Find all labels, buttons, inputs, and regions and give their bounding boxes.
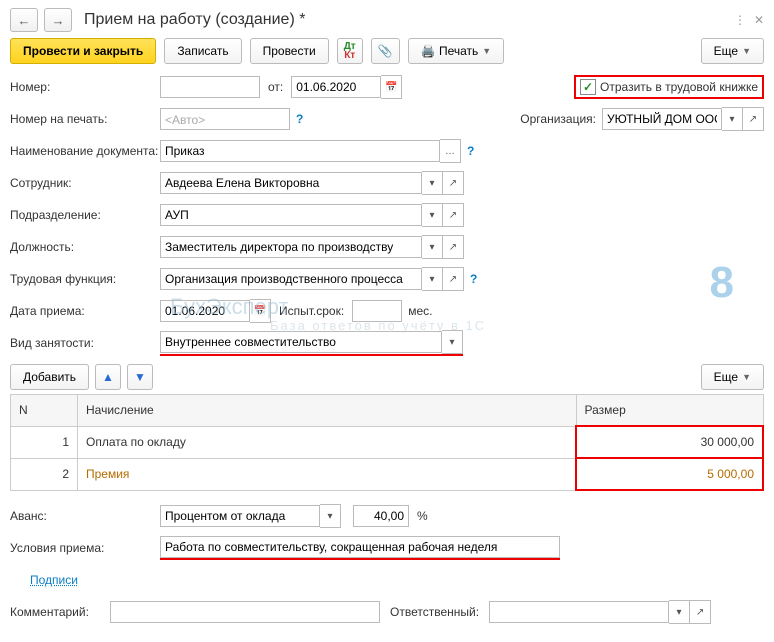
menu-icon[interactable]: ⋮ xyxy=(734,13,746,27)
dropdown-icon[interactable]: ▾ xyxy=(422,235,443,259)
dropdown-icon[interactable]: ▾ xyxy=(422,267,443,291)
org-label: Организация: xyxy=(520,112,596,126)
number-label: Номер: xyxy=(10,80,160,94)
employee-input[interactable] xyxy=(160,172,422,194)
hire-date-input[interactable] xyxy=(160,300,250,322)
dtkt-button[interactable]: ДтКт xyxy=(337,38,363,64)
move-down-button[interactable]: ▼ xyxy=(127,364,153,390)
accruals-table[interactable]: N Начисление Размер 1 Оплата по окладу 3… xyxy=(10,394,764,491)
from-label: от: xyxy=(268,80,283,94)
dropdown-icon[interactable]: ▾ xyxy=(422,203,443,227)
cell-n: 2 xyxy=(11,458,78,490)
dropdown-icon[interactable]: ▾ xyxy=(442,330,463,354)
signatures-link[interactable]: Подписи xyxy=(30,573,78,587)
attachment-button[interactable]: 📎 xyxy=(371,38,400,64)
table-row[interactable]: 2 Премия 5 000,00 xyxy=(11,458,764,490)
open-icon[interactable]: ↗ xyxy=(443,267,464,291)
open-icon[interactable]: ↗ xyxy=(743,107,764,131)
ellipsis-icon[interactable]: … xyxy=(440,139,461,163)
org-input[interactable] xyxy=(602,108,722,130)
cell-name: Оплата по окладу xyxy=(78,426,577,458)
pct-sign: % xyxy=(417,509,428,523)
cell-n: 1 xyxy=(11,426,78,458)
cell-name: Премия xyxy=(78,458,577,490)
number-input[interactable] xyxy=(160,76,260,98)
conditions-label: Условия приема: xyxy=(10,541,130,555)
post-button[interactable]: Провести xyxy=(250,38,329,64)
help-icon[interactable]: ? xyxy=(470,272,477,286)
open-icon[interactable]: ↗ xyxy=(443,235,464,259)
cell-size: 5 000,00 xyxy=(576,458,763,490)
open-icon[interactable]: ↗ xyxy=(443,171,464,195)
table-row[interactable]: 1 Оплата по окладу 30 000,00 xyxy=(11,426,764,458)
reflect-label: Отразить в трудовой книжке xyxy=(600,80,758,94)
docname-input[interactable] xyxy=(160,140,440,162)
help-icon[interactable]: ? xyxy=(467,144,474,158)
probation-unit: мес. xyxy=(408,304,432,318)
advance-pct-input[interactable] xyxy=(353,505,409,527)
more-button[interactable]: Еще▼ xyxy=(701,38,764,64)
add-row-button[interactable]: Добавить xyxy=(10,364,89,390)
nav-forward-button[interactable]: → xyxy=(44,8,72,32)
paperclip-icon: 📎 xyxy=(378,44,393,58)
nav-back-button[interactable]: ← xyxy=(10,8,38,32)
comment-label: Комментарий: xyxy=(10,605,110,619)
dropdown-icon[interactable]: ▾ xyxy=(722,107,743,131)
func-input[interactable] xyxy=(160,268,422,290)
move-up-button[interactable]: ▲ xyxy=(95,364,121,390)
conditions-input[interactable] xyxy=(160,536,560,558)
col-size: Размер xyxy=(576,395,763,427)
position-label: Должность: xyxy=(10,240,130,254)
dept-label: Подразделение: xyxy=(10,208,130,222)
dept-input[interactable] xyxy=(160,204,422,226)
window-title: Прием на работу (создание) * xyxy=(84,11,728,29)
save-button[interactable]: Записать xyxy=(164,38,241,64)
advance-label: Аванс: xyxy=(10,509,130,523)
checkbox-checked-icon: ✓ xyxy=(580,79,596,95)
print-button[interactable]: 🖨️ Печать▼ xyxy=(408,38,505,64)
employment-input[interactable] xyxy=(160,331,442,353)
col-accrual: Начисление xyxy=(78,395,577,427)
reflect-checkbox-group[interactable]: ✓ Отразить в трудовой книжке xyxy=(574,75,764,99)
advance-type-input[interactable] xyxy=(160,505,320,527)
responsible-label: Ответственный: xyxy=(390,605,479,619)
dropdown-icon[interactable]: ▾ xyxy=(669,600,690,624)
open-icon[interactable]: ↗ xyxy=(443,203,464,227)
print-number-input[interactable]: <Авто> xyxy=(160,108,290,130)
dropdown-icon[interactable]: ▾ xyxy=(320,504,341,528)
employment-label: Вид занятости: xyxy=(10,336,130,350)
print-number-label: Номер на печать: xyxy=(10,112,160,126)
position-input[interactable] xyxy=(160,236,422,258)
probation-input[interactable] xyxy=(352,300,402,322)
employee-label: Сотрудник: xyxy=(10,176,130,190)
from-date-input[interactable] xyxy=(291,76,381,98)
comment-input[interactable] xyxy=(110,601,380,623)
func-label: Трудовая функция: xyxy=(10,272,130,286)
col-n: N xyxy=(11,395,78,427)
cell-size: 30 000,00 xyxy=(576,426,763,458)
docname-label: Наименование документа: xyxy=(10,144,160,158)
table-more-button[interactable]: Еще▼ xyxy=(701,364,764,390)
printer-icon: 🖨️ xyxy=(421,44,436,58)
date-label: Дата приема: xyxy=(10,304,130,318)
close-icon[interactable]: ✕ xyxy=(754,13,764,27)
dropdown-icon[interactable]: ▾ xyxy=(422,171,443,195)
open-icon[interactable]: ↗ xyxy=(690,600,711,624)
probation-label: Испыт.срок: xyxy=(279,304,344,318)
help-icon[interactable]: ? xyxy=(296,112,303,126)
post-and-close-button[interactable]: Провести и закрыть xyxy=(10,38,156,64)
calendar-icon[interactable]: 📅 xyxy=(250,299,271,323)
calendar-icon[interactable]: 📅 xyxy=(381,75,402,99)
responsible-input[interactable] xyxy=(489,601,669,623)
